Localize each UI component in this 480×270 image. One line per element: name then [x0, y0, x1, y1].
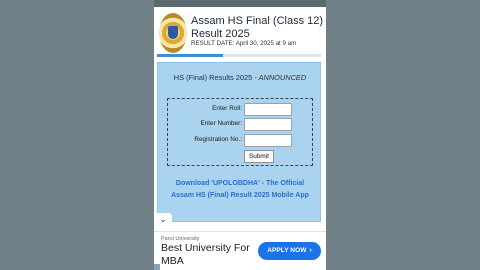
announced-status: - ANNOUNCED: [254, 73, 307, 82]
number-row: Enter Number:: [168, 118, 314, 131]
card-title-text: HS (Final) Results 2025: [173, 73, 253, 82]
card-title: HS (Final) Results 2025 - ANNOUNCED: [158, 73, 322, 82]
roll-label: Enter Roll:: [212, 105, 242, 112]
apply-now-label: APPLY NOW: [267, 247, 307, 254]
ad-headline: Best University For MBA: [161, 242, 250, 267]
result-form: Enter Roll: Enter Number: Registration N…: [167, 98, 313, 166]
chevron-right-icon: ›: [309, 247, 312, 254]
registration-row: Registration No.:: [168, 134, 314, 147]
registration-input[interactable]: [244, 134, 292, 147]
ad-choices-icon[interactable]: [154, 264, 160, 270]
result-card: HS (Final) Results 2025 - ANNOUNCED Ente…: [157, 62, 321, 222]
board-seal-logo: [159, 13, 187, 53]
apply-now-button[interactable]: APPLY NOW ›: [258, 242, 321, 260]
page-header: Assam HS Final (Class 12) Result 2025 RE…: [154, 7, 326, 57]
ad-banner[interactable]: Parul University Best University For MBA…: [154, 231, 326, 270]
page-title: Assam HS Final (Class 12) Result 2025: [191, 15, 324, 40]
download-app-link[interactable]: Download 'UPOLOBDHA' - The Official Assa…: [166, 178, 314, 202]
loading-progress-bar: [157, 54, 321, 57]
phone-screen: Assam HS Final (Class 12) Result 2025 RE…: [154, 0, 326, 270]
chevron-down-icon[interactable]: ⌄: [154, 213, 172, 227]
number-label: Enter Number:: [200, 120, 242, 127]
progress-fill: [157, 54, 223, 57]
submit-button[interactable]: Submit: [244, 150, 274, 163]
status-bar: [154, 0, 326, 7]
roll-row: Enter Roll:: [168, 103, 314, 116]
registration-label: Registration No.:: [194, 136, 242, 143]
number-input[interactable]: [244, 118, 292, 131]
roll-input[interactable]: [244, 103, 292, 116]
result-date: RESULT DATE: April 30, 2025 at 9 am: [191, 40, 297, 47]
